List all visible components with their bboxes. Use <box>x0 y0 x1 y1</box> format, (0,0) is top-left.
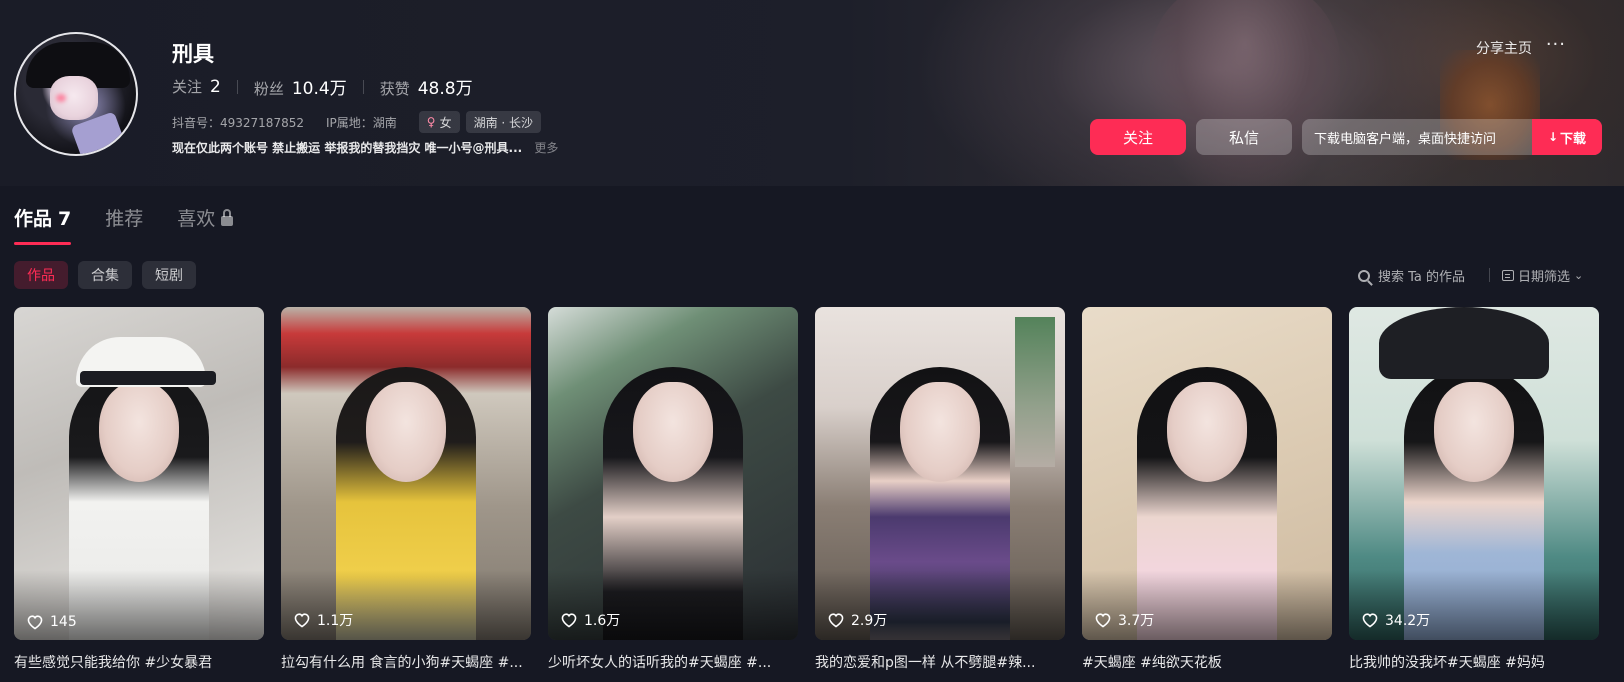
heart-icon <box>828 613 844 628</box>
video-caption[interactable]: 我的恋爱和p图一样 从不劈腿#辣... <box>815 652 1065 672</box>
stat-label: 获赞 <box>379 80 410 98</box>
video-thumbnail[interactable]: 34.2万 <box>1349 307 1599 640</box>
more-options-icon[interactable]: ··· <box>1546 34 1566 55</box>
tab-label: 喜欢 <box>177 208 216 230</box>
like-count: 2.9万 <box>827 610 887 630</box>
like-count: 34.2万 <box>1361 610 1430 630</box>
divider <box>362 79 364 94</box>
stat-value: 2 <box>210 77 221 97</box>
search-icon <box>1358 269 1370 282</box>
tab-works[interactable]: 作品 7 <box>14 204 72 245</box>
chip-works[interactable]: 作品 <box>14 261 68 289</box>
video-caption[interactable]: 拉勾有什么用 食言的小狗#天蝎座 #... <box>281 652 531 672</box>
stat-value: 10.4万 <box>291 79 347 99</box>
profile-header: 刑具 关注 2 粉丝 10.4万 获赞 48.8万 抖音号：4932718785… <box>0 0 1624 186</box>
avatar[interactable] <box>14 32 138 156</box>
stat-following[interactable]: 关注 2 <box>172 76 221 97</box>
tab-recommended[interactable]: 推荐 <box>105 204 143 231</box>
video-card[interactable]: 145 有些感觉只能我给你 #少女暴君 <box>14 307 264 672</box>
female-icon: ♀ <box>426 115 436 129</box>
stat-followers[interactable]: 粉丝 10.4万 <box>254 74 347 99</box>
location-tag: 湖南 · 长沙 <box>465 111 542 133</box>
tab-label: 推荐 <box>105 208 144 230</box>
video-grid: 145 有些感觉只能我给你 #少女暴君 1.1万 拉勾有什么用 食言的小狗#天蝎… <box>14 307 1599 672</box>
download-client-banner: 下载电脑客户端，桌面快捷访问 ↓ 下载 <box>1302 119 1602 155</box>
heart-icon <box>27 615 43 630</box>
tab-likes[interactable]: 喜欢 <box>177 204 234 231</box>
video-card[interactable]: 1.1万 拉勾有什么用 食言的小狗#天蝎座 #... <box>281 307 531 672</box>
gender-tag: ♀ 女 <box>418 111 460 133</box>
video-thumbnail[interactable]: 3.7万 <box>1082 307 1332 640</box>
chip-short-dramas[interactable]: 短剧 <box>142 261 196 289</box>
divider <box>1489 268 1490 282</box>
search-works-button[interactable]: 搜索 Ta 的作品 <box>1358 266 1465 285</box>
stat-label: 粉丝 <box>253 80 284 98</box>
video-thumbnail[interactable]: 145 <box>14 307 264 640</box>
bio-more-link[interactable]: 更多 <box>534 141 558 155</box>
like-count-value: 2.9万 <box>851 613 888 629</box>
download-icon: ↓ <box>1547 130 1559 144</box>
calendar-icon <box>1502 270 1514 281</box>
download-button[interactable]: ↓ 下载 <box>1532 119 1602 155</box>
douyin-id: 抖音号：49327187852 <box>172 115 304 130</box>
heart-icon <box>294 613 310 628</box>
lock-icon <box>221 209 234 226</box>
chip-collections[interactable]: 合集 <box>78 261 132 289</box>
like-count: 145 <box>26 614 77 630</box>
stat-likes: 获赞 48.8万 <box>380 74 473 99</box>
tab-label: 作品 <box>14 208 53 230</box>
like-count: 3.7万 <box>1094 610 1154 630</box>
video-thumbnail[interactable]: 2.9万 <box>815 307 1065 640</box>
video-card[interactable]: 34.2万 比我帅的没我坏#天蝎座 #妈妈 <box>1349 307 1599 672</box>
like-count-value: 3.7万 <box>1118 613 1155 629</box>
date-filter-label: 日期筛选 <box>1518 270 1571 285</box>
like-count-value: 145 <box>50 614 77 630</box>
message-button[interactable]: 私信 <box>1196 119 1292 155</box>
video-card[interactable]: 1.6万 少听坏女人的话听我的#天蝎座 #... <box>548 307 798 672</box>
like-count-value: 34.2万 <box>1385 613 1431 629</box>
date-filter-button[interactable]: 日期筛选 ⌄ <box>1502 266 1583 285</box>
follow-button[interactable]: 关注 <box>1090 119 1186 155</box>
heart-icon <box>1362 613 1378 628</box>
share-profile-button[interactable]: 分享主页 <box>1476 38 1532 58</box>
heart-icon <box>561 613 577 628</box>
chevron-down-icon: ⌄ <box>1574 269 1584 282</box>
heart-icon <box>1095 613 1111 628</box>
ip-location: IP属地：湖南 <box>325 115 397 130</box>
video-thumbnail[interactable]: 1.6万 <box>548 307 798 640</box>
video-caption[interactable]: 有些感觉只能我给你 #少女暴君 <box>14 652 264 672</box>
bio: 现在仅此两个账号 禁止搬运 举报我的替我挡灾 唯一小号@刑具... 更多 <box>172 139 558 156</box>
video-caption[interactable]: 少听坏女人的话听我的#天蝎座 #... <box>548 652 798 672</box>
like-count: 1.6万 <box>560 610 620 630</box>
video-card[interactable]: 2.9万 我的恋爱和p图一样 从不劈腿#辣... <box>815 307 1065 672</box>
username: 刑具 <box>172 42 214 66</box>
stat-label: 关注 <box>172 78 203 96</box>
video-caption[interactable]: 比我帅的没我坏#天蝎座 #妈妈 <box>1349 652 1599 672</box>
stat-value: 48.8万 <box>417 79 473 99</box>
download-client-text: 下载电脑客户端，桌面快捷访问 <box>1314 131 1497 147</box>
gender-label: 女 <box>439 115 452 130</box>
content-type-filter: 作品 合集 短剧 <box>14 261 206 289</box>
like-count-value: 1.1万 <box>317 613 354 629</box>
like-count-value: 1.6万 <box>584 613 621 629</box>
profile-tabs: 作品 7 推荐 喜欢 <box>14 204 267 245</box>
divider <box>236 79 238 94</box>
like-count: 1.1万 <box>293 610 353 630</box>
download-label: 下载 <box>1560 131 1587 147</box>
video-card[interactable]: 3.7万 #天蝎座 #纯欲天花板 <box>1082 307 1332 672</box>
profile-stats: 关注 2 粉丝 10.4万 获赞 48.8万 <box>172 74 473 99</box>
tab-count: 7 <box>58 208 72 230</box>
video-caption[interactable]: #天蝎座 #纯欲天花板 <box>1082 652 1332 672</box>
search-works-label: 搜索 Ta 的作品 <box>1378 270 1466 285</box>
video-thumbnail[interactable]: 1.1万 <box>281 307 531 640</box>
bio-text: 现在仅此两个账号 禁止搬运 举报我的替我挡灾 唯一小号@刑具... <box>172 141 523 155</box>
banner-image <box>1150 0 1340 186</box>
profile-meta: 抖音号：49327187852 IP属地：湖南 ♀ 女 湖南 · 长沙 <box>172 111 547 133</box>
